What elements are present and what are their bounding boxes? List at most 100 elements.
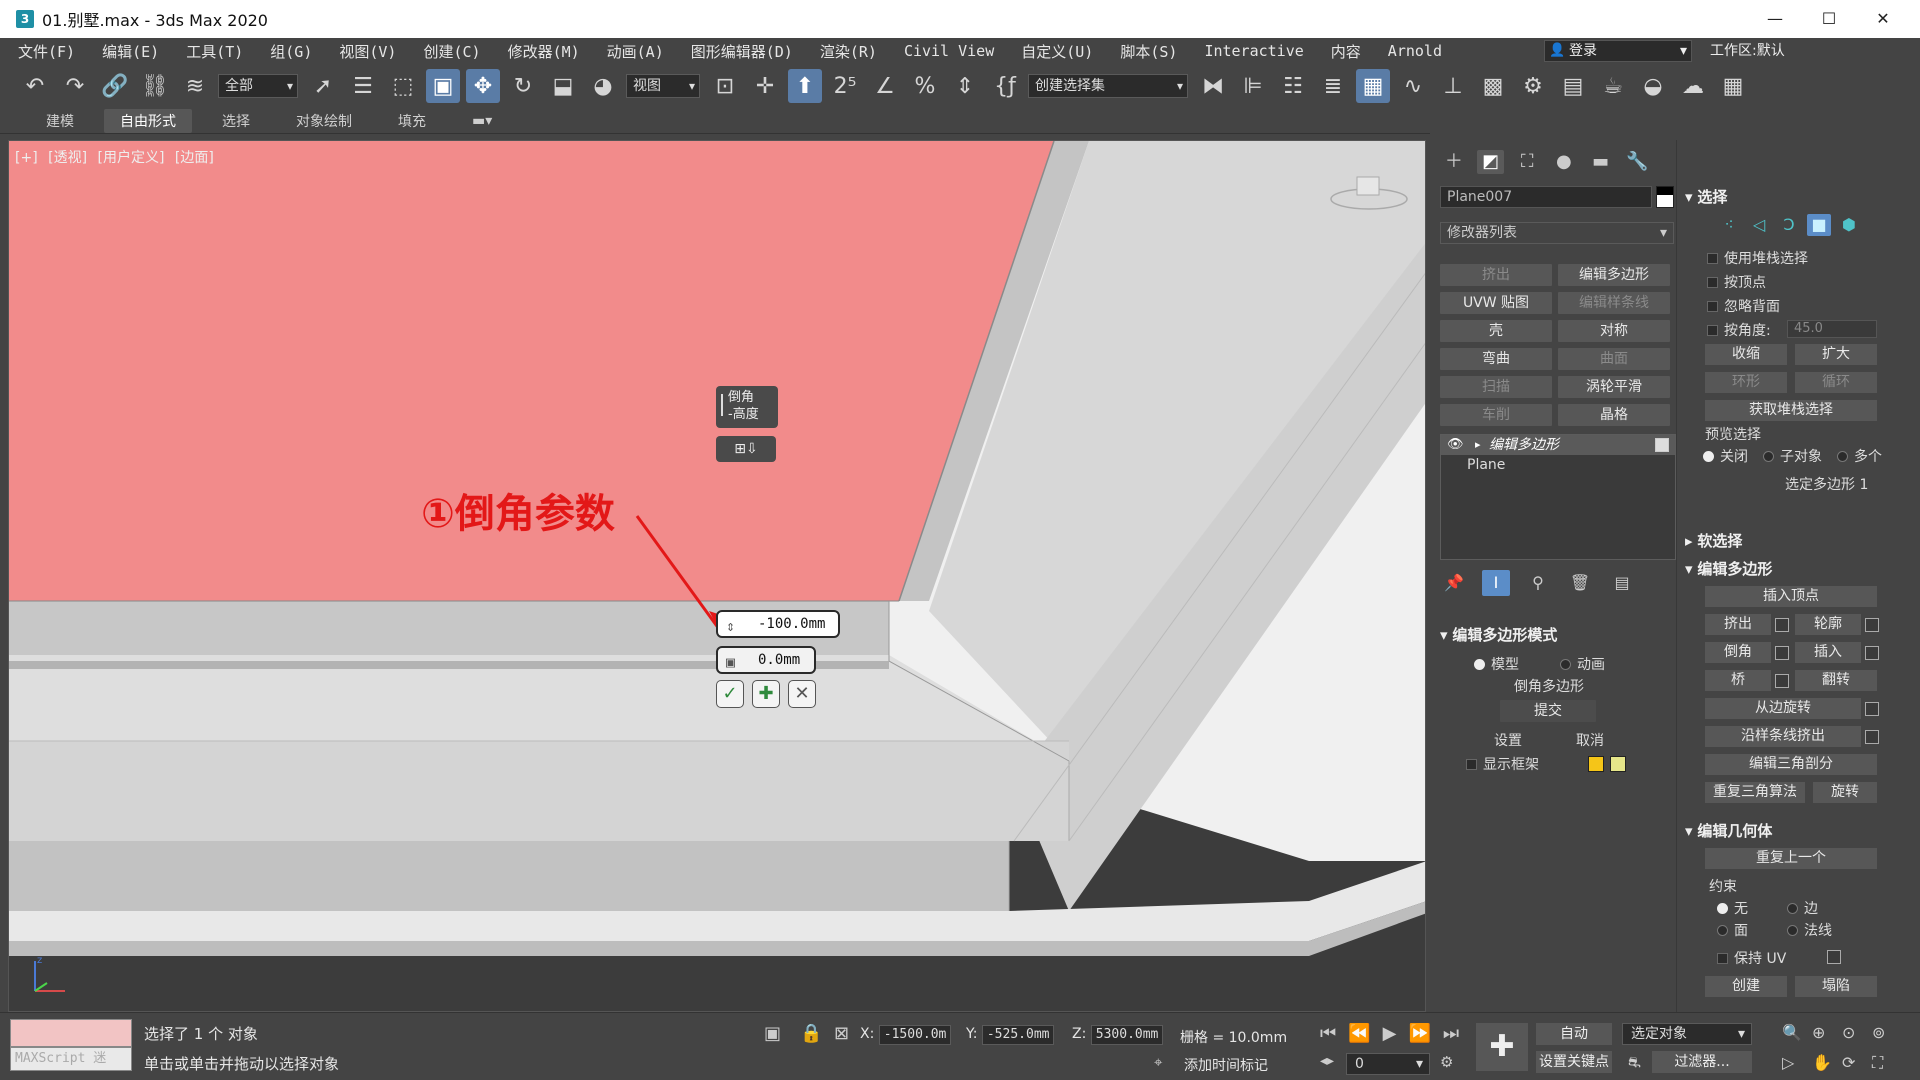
menu-civil-view[interactable]: Civil View [904,42,994,60]
select-scale-icon[interactable]: ⬓ [546,69,580,103]
modifier-edit-spline-button[interactable]: 编辑样条线 [1558,292,1670,314]
caddy-apply-button[interactable]: ✚ [752,680,780,708]
menu-file[interactable]: 文件(F) [18,41,75,62]
shrink-button[interactable]: 收缩 [1705,344,1787,365]
bevel-outline-value[interactable]: 0.0mm [758,652,800,668]
selection-lock-icon[interactable]: 🔒 [800,1023,822,1044]
modifier-turbosmooth-button[interactable]: 涡轮平滑 [1558,376,1670,398]
z-coordinate[interactable]: Z: 5300.0mm [1072,1025,1164,1045]
key-filters-icon[interactable]: ⛐ [1628,1053,1641,1073]
auto-key-button[interactable]: 自动 [1536,1023,1612,1045]
zoom-extents-all-icon[interactable]: ⊚ [1872,1023,1885,1042]
bevel-group-type-icon[interactable]: ⊞⇩ [716,436,776,462]
vertex-icon[interactable]: ⁖ [1717,214,1741,236]
hierarchy-tab-icon[interactable]: ⛶ [1513,150,1541,174]
preview-multi-radio[interactable]: 多个 [1837,446,1882,466]
menu-modifiers[interactable]: 修改器(M) [508,41,580,62]
time-tag-icon[interactable]: ⌖ [1154,1053,1162,1071]
display-tab-icon[interactable]: ▬ [1587,150,1615,174]
modifier-sweep-button[interactable]: 扫描 [1440,376,1552,398]
go-to-start-icon[interactable]: ⏮ [1320,1023,1336,1044]
menu-create[interactable]: 创建(C) [423,41,480,62]
constraint-face-radio[interactable]: 面 [1717,920,1748,940]
bevel-caddy-title[interactable]: 倒角 -高度 [716,386,778,428]
menu-tools[interactable]: 工具(T) [186,41,243,62]
flip-button[interactable]: 翻转 [1795,670,1877,691]
close-button[interactable]: ✕ [1856,0,1910,38]
minimize-button[interactable]: — [1748,0,1802,38]
bevel-height-value[interactable]: -100.0mm [758,616,825,632]
bevel-settings-icon[interactable] [1775,646,1789,660]
zoom-icon[interactable]: 🔍 [1782,1023,1802,1042]
modifier-symmetry-button[interactable]: 对称 [1558,320,1670,342]
border-icon[interactable]: Ɔ [1777,214,1801,236]
select-object-icon[interactable]: ➚ [306,69,340,103]
bridge-button[interactable]: 桥 [1705,670,1771,691]
model-radio[interactable]: 模型 [1474,654,1519,674]
modifier-extrude-button[interactable]: 挤出 [1440,264,1552,286]
inset-settings-icon[interactable] [1865,646,1879,660]
edit-polygons-rollout[interactable]: 编辑多边形 [1685,558,1772,579]
modifier-edit-poly-button[interactable]: 编辑多边形 [1558,264,1670,286]
y-coordinate-value[interactable]: -525.0mm [981,1025,1055,1045]
modifier-uvw-map-button[interactable]: UVW 贴图 [1440,292,1552,314]
unlink-icon[interactable]: ⛓ [138,69,172,103]
make-unique-icon[interactable]: ⚲ [1524,570,1552,596]
isolate-selection-icon[interactable]: ▣ [764,1023,781,1044]
ribbon-options-icon[interactable]: ▬▾ [456,111,508,131]
viewport-pov-label[interactable]: [透视] [48,150,87,166]
modifier-surface-button[interactable]: 曲面 [1558,348,1670,370]
y-coordinate[interactable]: Y: -525.0mm [966,1025,1055,1045]
x-coordinate[interactable]: X: -1500.0m [860,1025,952,1045]
utilities-tab-icon[interactable]: 🔧 [1623,150,1651,174]
previous-frame-icon[interactable]: ⏪ [1348,1023,1370,1044]
menu-graph-editors[interactable]: 图形编辑器(D) [691,41,793,62]
tab-selection[interactable]: 选择 [206,109,266,133]
caddy-ok-button[interactable]: ✓ [716,680,744,708]
edit-poly-mode-rollout[interactable]: 编辑多边形模式 [1440,624,1557,645]
hinge-settings-icon[interactable] [1865,702,1879,716]
menu-views[interactable]: 视图(V) [339,41,396,62]
key-filter-selection-dropdown[interactable]: 选定对象 [1622,1023,1752,1045]
extrude-along-spline-button[interactable]: 沿样条线挤出 [1705,726,1861,747]
preview-off-radio[interactable]: 关闭 [1703,446,1748,466]
pin-stack-icon[interactable]: 📌 [1440,570,1468,596]
by-vertex-checkbox[interactable]: 按顶点 [1707,272,1766,292]
preserve-uvs-checkbox[interactable]: 保持 UV [1717,948,1786,968]
configure-modifier-sets-icon[interactable]: ▤ [1608,570,1636,596]
retriangulate-button[interactable]: 重复三角算法 [1705,782,1805,803]
render-setup-icon[interactable]: ⚙ [1516,69,1550,103]
viewport-display-label[interactable]: [边面] [175,150,214,166]
z-coordinate-value[interactable]: 5300.0mm [1090,1025,1164,1045]
constraint-edge-radio[interactable]: 边 [1787,898,1818,918]
viewport-shading-label[interactable]: [用户定义] [98,150,165,166]
menu-edit[interactable]: 编辑(E) [102,41,159,62]
edge-icon[interactable]: ◁ [1747,214,1771,236]
mirror-icon[interactable]: ⧓ [1196,69,1230,103]
render-iterative-icon[interactable]: ◒ [1636,69,1670,103]
rect-selection-icon[interactable]: ⬚ [386,69,420,103]
animate-radio[interactable]: 动画 [1560,654,1605,674]
absolute-mode-icon[interactable]: ⊠ [834,1023,849,1044]
turn-button[interactable]: 旋转 [1813,782,1877,803]
tab-freeform[interactable]: 自由形式 [104,108,192,133]
keyboard-shortcut-icon[interactable]: ✛ [748,69,782,103]
stack-item-edit-poly[interactable]: 👁 ▸ 编辑多边形 [1441,435,1675,455]
viewport-menu-label[interactable]: [+] [15,150,38,166]
pan-view-icon[interactable]: ✋ [1812,1053,1832,1072]
pivot-center-icon[interactable]: ⊡ [708,69,742,103]
expand-arrow-icon[interactable]: ▸ [1475,435,1481,455]
bevel-height-field[interactable]: ⇕ -100.0mm [716,610,840,638]
perspective-viewport[interactable]: [+] [透视] [用户定义] [边面] z ①倒角参数 [8,140,1426,1012]
set-key-icon[interactable]: ✚ [1476,1023,1528,1071]
render-cloud-icon[interactable]: ☁ [1676,69,1710,103]
zoom-all-icon[interactable]: ⊕ [1812,1023,1825,1042]
scene-explorer-icon[interactable]: ☷ [1276,69,1310,103]
cage-color-swatch-2[interactable] [1610,756,1626,772]
modifier-shell-button[interactable]: 壳 [1440,320,1552,342]
next-frame-icon[interactable]: ⏩ [1408,1023,1430,1044]
modifier-bend-button[interactable]: 弯曲 [1440,348,1552,370]
modify-tab-icon[interactable]: ◩ [1476,150,1505,174]
menu-customize[interactable]: 自定义(U) [1021,41,1093,62]
show-end-result-icon[interactable]: Ⅰ [1482,570,1510,596]
